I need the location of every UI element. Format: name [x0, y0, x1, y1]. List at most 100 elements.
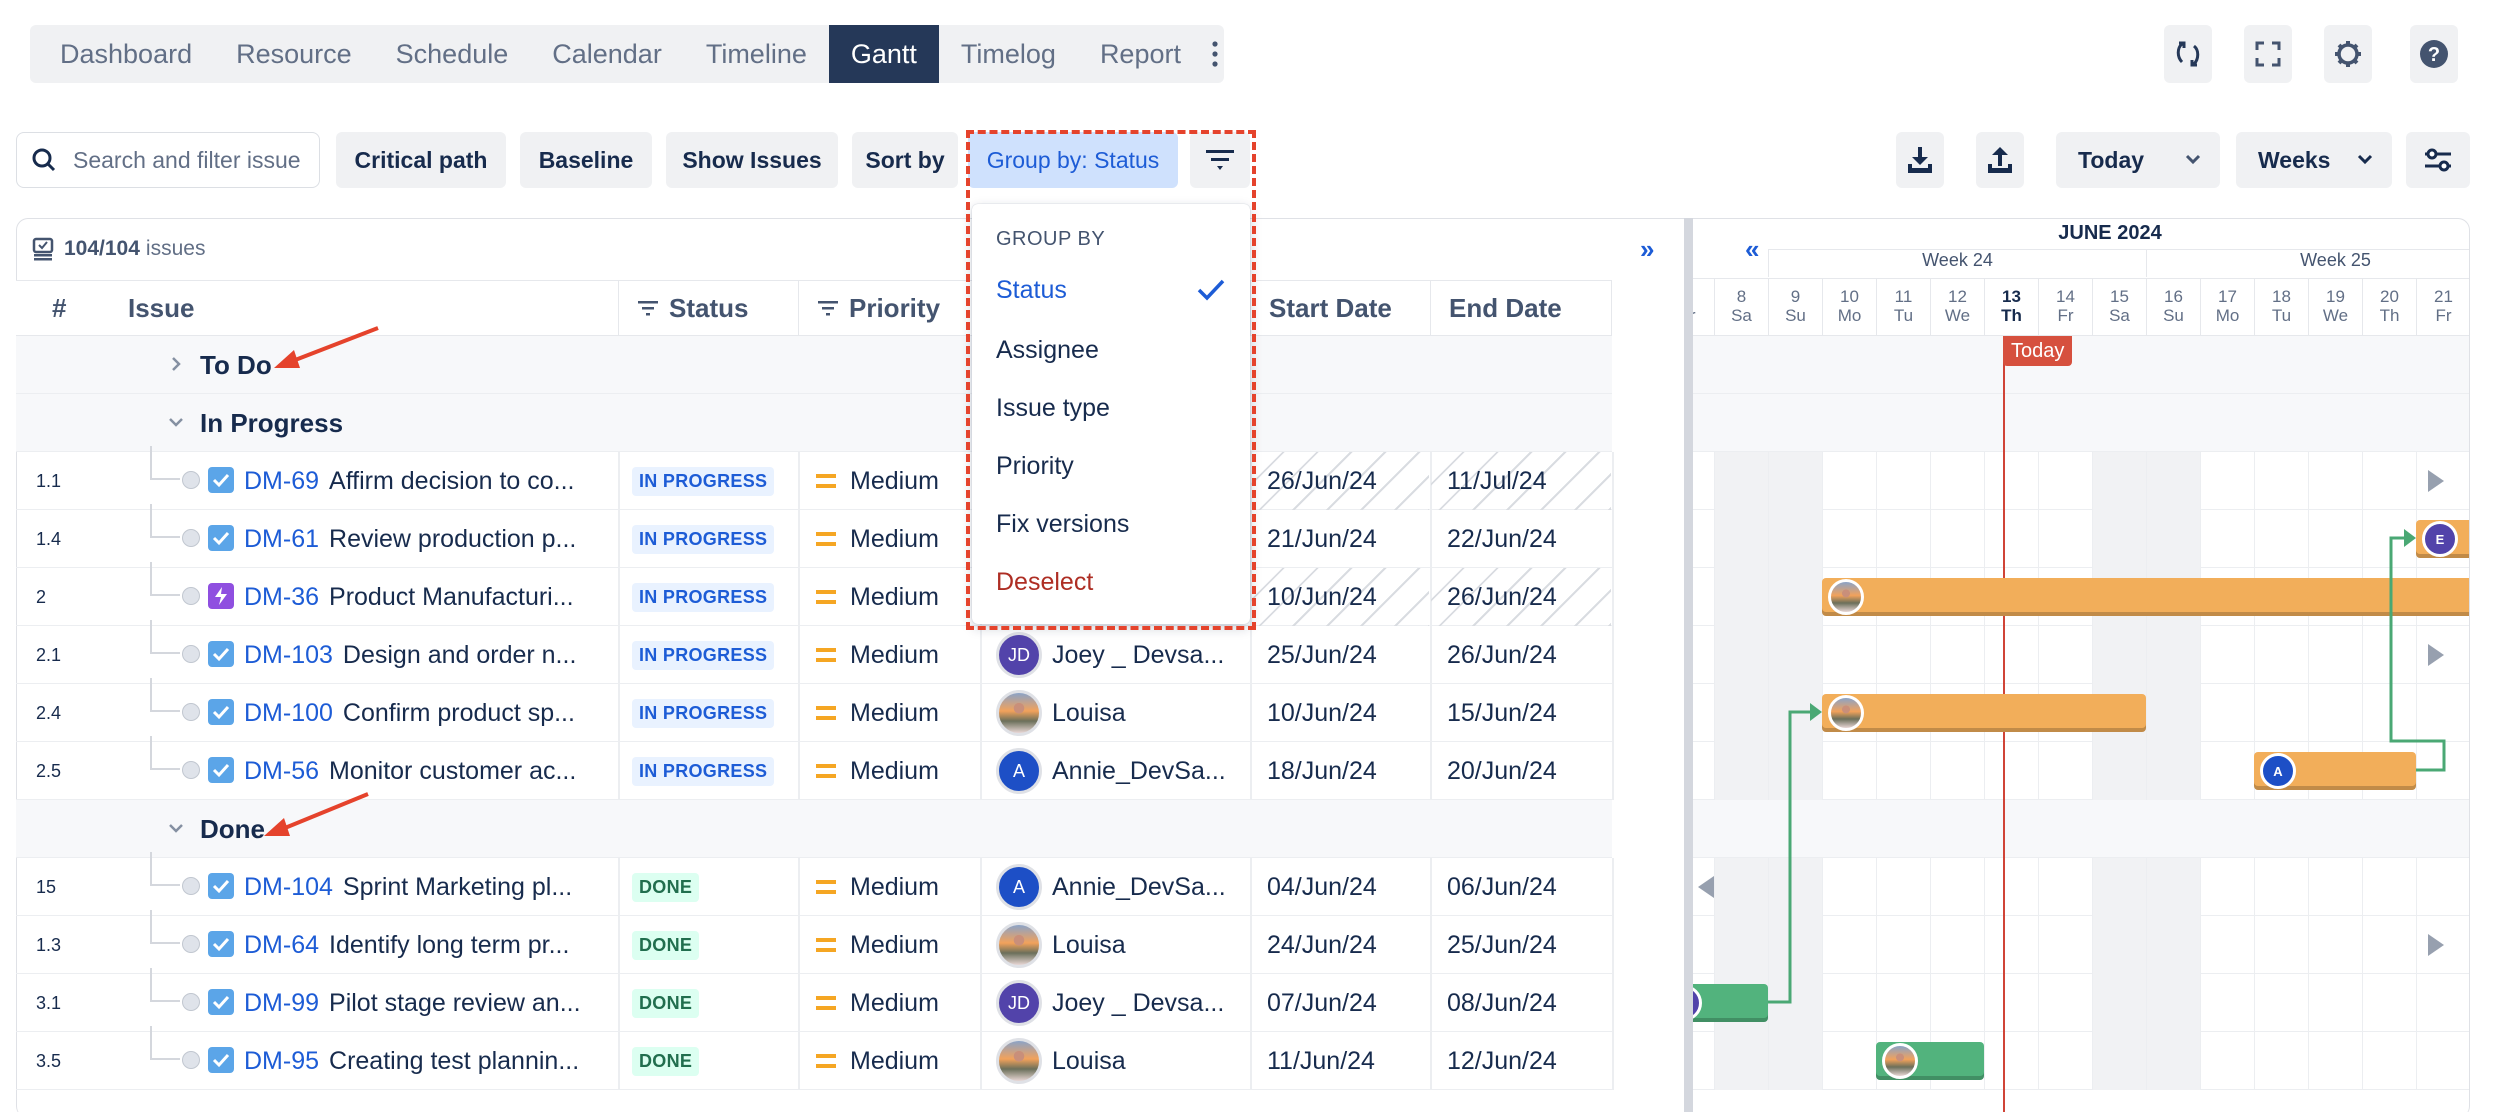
chevron-down-icon[interactable] — [166, 818, 186, 838]
assignee-cell[interactable]: JD Joey _ Devsa... — [996, 974, 1246, 1032]
priority-cell[interactable]: Medium — [816, 1032, 939, 1090]
start-date-cell[interactable]: 04/Jun/24 — [1251, 858, 1429, 916]
status-cell[interactable]: IN PROGRESS — [632, 568, 775, 626]
import-button[interactable] — [1976, 132, 2024, 188]
issue-key-link[interactable]: DM-61 — [244, 525, 319, 554]
start-date-cell[interactable]: 26/Jun/24 — [1251, 452, 1429, 510]
start-date-cell[interactable]: 25/Jun/24 — [1251, 626, 1429, 684]
issue-row[interactable]: 1.1 DM-69 Affirm decision to co... IN PROGR… — [16, 446, 1614, 510]
issue-row[interactable]: 1.3 DM-64 Identify long term pr... DONE Medi… — [16, 910, 1614, 974]
row-handle[interactable] — [182, 761, 200, 779]
start-date-cell[interactable]: 11/Jun/24 — [1251, 1032, 1429, 1090]
tab-resource[interactable]: Resource — [214, 25, 374, 83]
status-cell[interactable]: DONE — [632, 974, 700, 1032]
issue-key-link[interactable]: DM-36 — [244, 583, 319, 612]
row-handle[interactable] — [182, 645, 200, 663]
priority-cell[interactable]: Medium — [816, 858, 939, 916]
priority-cell[interactable]: Medium — [816, 974, 939, 1032]
tab-calendar[interactable]: Calendar — [530, 25, 684, 83]
issue-summary[interactable]: Pilot stage review an... — [329, 989, 581, 1018]
assignee-cell[interactable]: Louisa — [996, 1032, 1246, 1090]
row-handle[interactable] — [182, 587, 200, 605]
status-cell[interactable]: DONE — [632, 916, 700, 974]
end-date-cell[interactable]: 08/Jun/24 — [1431, 974, 1611, 1032]
column-header-priority[interactable]: Priority — [798, 280, 980, 336]
search-input[interactable] — [73, 146, 303, 174]
issue-key-link[interactable]: DM-95 — [244, 1047, 319, 1076]
start-date-cell[interactable]: 18/Jun/24 — [1251, 742, 1429, 800]
priority-cell[interactable]: Medium — [816, 742, 939, 800]
column-header-status[interactable]: Status — [618, 280, 798, 336]
tab-timeline[interactable]: Timeline — [684, 25, 829, 83]
baseline-button[interactable]: Baseline — [520, 132, 652, 188]
issue-key-link[interactable]: DM-104 — [244, 873, 333, 902]
issue-key-link[interactable]: DM-69 — [244, 467, 319, 496]
tab-gantt[interactable]: Gantt — [828, 25, 939, 83]
dependency-line[interactable] — [1768, 710, 1816, 1004]
settings-button[interactable] — [2324, 25, 2372, 83]
end-date-cell[interactable]: 25/Jun/24 — [1431, 916, 1611, 974]
assignee-cell[interactable]: A Annie_DevSa... — [996, 742, 1246, 800]
assignee-cell[interactable]: A Annie_DevSa... — [996, 858, 1246, 916]
row-handle[interactable] — [182, 935, 200, 953]
status-cell[interactable]: IN PROGRESS — [632, 626, 775, 684]
row-handle[interactable] — [182, 877, 200, 895]
issue-summary[interactable]: Sprint Marketing pl... — [343, 873, 572, 902]
issue-key-link[interactable]: DM-99 — [244, 989, 319, 1018]
start-date-cell[interactable]: 21/Jun/24 — [1251, 510, 1429, 568]
start-date-cell[interactable]: 24/Jun/24 — [1251, 916, 1429, 974]
row-handle[interactable] — [182, 529, 200, 547]
priority-cell[interactable]: Medium — [816, 510, 939, 568]
chevron-right-icon[interactable] — [166, 354, 186, 374]
column-header-start-date[interactable]: Start Date — [1250, 280, 1430, 336]
tab-report[interactable]: Report — [1078, 25, 1203, 83]
export-button[interactable] — [1896, 132, 1944, 188]
status-cell[interactable]: DONE — [632, 858, 700, 916]
priority-cell[interactable]: Medium — [816, 626, 939, 684]
end-date-cell[interactable]: 15/Jun/24 — [1431, 684, 1611, 742]
pane-splitter[interactable] — [1684, 218, 1693, 1112]
assignee-cell[interactable]: Louisa — [996, 916, 1246, 974]
column-header-end-date[interactable]: End Date — [1430, 280, 1612, 336]
view-settings-button[interactable] — [2406, 132, 2470, 188]
tab-timelog[interactable]: Timelog — [939, 25, 1078, 83]
status-cell[interactable]: IN PROGRESS — [632, 452, 775, 510]
end-date-cell[interactable]: 26/Jun/24 — [1431, 568, 1611, 626]
refresh-button[interactable] — [2164, 25, 2212, 83]
priority-cell[interactable]: Medium — [816, 916, 939, 974]
issue-summary[interactable]: Identify long term pr... — [329, 931, 569, 960]
end-date-cell[interactable]: 20/Jun/24 — [1431, 742, 1611, 800]
group-row-in-progress[interactable]: In Progress — [16, 394, 1612, 452]
more-views-button[interactable] — [1207, 25, 1224, 83]
issue-row[interactable]: 2.4 DM-100 Confirm product sp... IN PROGRES… — [16, 678, 1614, 742]
time-scale-dropdown[interactable]: Weeks — [2236, 132, 2392, 188]
issue-summary[interactable]: Product Manufacturi... — [329, 583, 574, 612]
show-issues-button[interactable]: Show Issues — [666, 132, 838, 188]
priority-cell[interactable]: Medium — [816, 684, 939, 742]
issue-key-link[interactable]: DM-100 — [244, 699, 333, 728]
end-date-cell[interactable]: 11/Jul/24 — [1431, 452, 1611, 510]
end-date-cell[interactable]: 26/Jun/24 — [1431, 626, 1611, 684]
issue-row[interactable]: 3.5 DM-95 Creating test plannin... DONE Medi… — [16, 1026, 1614, 1090]
status-cell[interactable]: DONE — [632, 1032, 700, 1090]
status-cell[interactable]: IN PROGRESS — [632, 684, 775, 742]
row-handle[interactable] — [182, 993, 200, 1011]
issue-key-link[interactable]: DM-103 — [244, 641, 333, 670]
dependency-line[interactable] — [2389, 536, 2446, 772]
issue-summary[interactable]: Affirm decision to co... — [329, 467, 574, 496]
end-date-cell[interactable]: 06/Jun/24 — [1431, 858, 1611, 916]
issue-row[interactable]: 2.1 DM-103 Design and order n... IN PROGRES… — [16, 620, 1614, 684]
priority-cell[interactable]: Medium — [816, 568, 939, 626]
priority-cell[interactable]: Medium — [816, 452, 939, 510]
issue-summary[interactable]: Review production p... — [329, 525, 576, 554]
sort-by-button[interactable]: Sort by — [852, 132, 958, 188]
expand-table-button[interactable]: » — [1640, 234, 1654, 265]
status-cell[interactable]: IN PROGRESS — [632, 742, 775, 800]
issue-key-link[interactable]: DM-56 — [244, 757, 319, 786]
issue-summary[interactable]: Design and order n... — [343, 641, 576, 670]
issue-row[interactable]: 3.1 DM-99 Pilot stage review an... DONE Medi… — [16, 968, 1614, 1032]
status-cell[interactable]: IN PROGRESS — [632, 510, 775, 568]
critical-path-button[interactable]: Critical path — [336, 132, 506, 188]
issue-summary[interactable]: Monitor customer ac... — [329, 757, 576, 786]
fullscreen-button[interactable] — [2244, 25, 2292, 83]
